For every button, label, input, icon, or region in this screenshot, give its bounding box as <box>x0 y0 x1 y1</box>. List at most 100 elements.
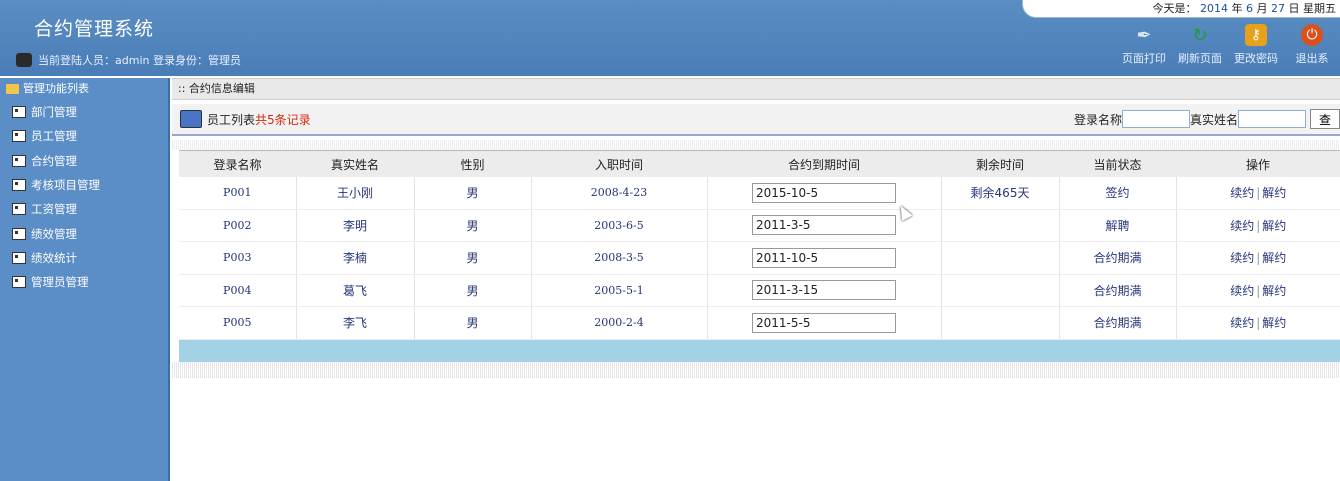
expire-date-input[interactable] <box>752 247 896 268</box>
page-icon <box>12 130 26 143</box>
hire-date-cell: 2008-4-23 <box>531 177 708 210</box>
login-name-input[interactable] <box>1121 110 1190 128</box>
expire-date-cell <box>707 241 942 275</box>
search-button[interactable]: 查 <box>1310 109 1340 129</box>
sidebar-item-assessment[interactable]: 考核项目管理 <box>0 173 168 197</box>
separator <box>172 140 1340 150</box>
hire-date-cell: 2005-5-1 <box>531 274 708 307</box>
app-header: 合约管理系统 当前登陆人员：admin 登录身份：管理员 今天是： 2014 年… <box>0 0 1340 76</box>
main-content: :: 合约信息编辑 员工列表 共5条记录 登录名称 真实姓名 查 登录名称 真实… <box>172 78 1340 481</box>
expire-date-input[interactable] <box>752 280 896 301</box>
change-password-button[interactable]: ⚷ 更改密码 <box>1228 24 1284 66</box>
user-icon <box>16 53 32 67</box>
expire-date-input[interactable] <box>752 312 896 333</box>
page-icon <box>12 276 26 289</box>
sidebar-item-salary[interactable]: 工资管理 <box>0 197 168 221</box>
table-row: P003 李楠 男 2008-3-5 合约期满 续约|解约 <box>179 241 1340 275</box>
status-cell: 合约期满 <box>1059 274 1177 307</box>
sidebar-item-admin[interactable]: 管理员管理 <box>0 270 168 294</box>
op-separator: | <box>1256 186 1261 201</box>
gender-cell: 男 <box>414 241 532 275</box>
renew-link[interactable]: 续约 <box>1230 219 1254 233</box>
change-password-label: 更改密码 <box>1234 52 1278 65</box>
refresh-page-label: 刷新页面 <box>1178 52 1222 65</box>
employee-table: 登录名称 真实姓名 性别 入职时间 合约到期时间 剩余时间 当前状态 操作 P0… <box>179 150 1340 340</box>
hire-date-cell: 2000-2-4 <box>531 306 708 340</box>
exit-label: 退出系 <box>1295 52 1329 65</box>
breadcrumb: :: 合约信息编辑 <box>172 78 1340 100</box>
table-row: P001 王小刚 男 2008-4-23 剩余465天 签约 续约|解约 <box>179 177 1340 210</box>
sidebar-item-employee[interactable]: 员工管理 <box>0 124 168 148</box>
refresh-page-button[interactable]: ↻ 刷新页面 <box>1172 24 1228 66</box>
renew-link[interactable]: 续约 <box>1230 186 1254 200</box>
cancel-link[interactable]: 解约 <box>1262 219 1286 233</box>
print-page-button[interactable]: ✒ 页面打印 <box>1116 24 1172 66</box>
remaining-time-cell <box>941 241 1060 275</box>
op-separator: | <box>1256 251 1261 266</box>
sidebar-heading-label: 管理功能列表 <box>23 82 89 95</box>
sidebar-item-label: 绩效统计 <box>31 250 77 265</box>
real-name-label: 真实姓名 <box>1189 112 1238 127</box>
sidebar-heading[interactable]: 管理功能列表 <box>0 78 168 100</box>
column-header: 登录名称 <box>179 151 296 177</box>
list-bar: 员工列表 共5条记录 登录名称 真实姓名 查 <box>172 104 1340 136</box>
date-year: 2014 <box>1200 2 1228 15</box>
column-header: 入职时间 <box>531 151 707 177</box>
sidebar-item-label: 合约管理 <box>31 153 77 168</box>
renew-link[interactable]: 续约 <box>1230 251 1254 265</box>
sidebar-item-label: 部门管理 <box>31 105 77 120</box>
real-name-cell: 李飞 <box>296 306 415 340</box>
print-page-label: 页面打印 <box>1122 52 1166 65</box>
date-month: 6 <box>1246 2 1253 15</box>
hire-date-cell: 2008-3-5 <box>531 241 708 275</box>
real-name-cell: 李楠 <box>296 241 415 275</box>
sidebar-item-department[interactable]: 部门管理 <box>0 100 168 124</box>
power-icon: ⏻ <box>1301 24 1323 46</box>
date-month-unit: 月 <box>1256 2 1268 15</box>
op-separator: | <box>1256 218 1261 233</box>
column-header: 当前状态 <box>1059 151 1176 177</box>
expire-date-input[interactable] <box>752 182 896 203</box>
sidebar-item-label: 员工管理 <box>31 129 77 144</box>
operations-cell: 续约 | 解约 <box>1176 241 1340 275</box>
login-name-cell: P002 <box>179 209 297 242</box>
remaining-time-cell: 剩余465天 <box>941 177 1060 210</box>
op-separator: | <box>1256 316 1261 331</box>
sidebar-item-performance[interactable]: 绩效管理 <box>0 221 168 245</box>
expire-date-input[interactable] <box>752 215 896 236</box>
operations-cell: 续约 | 解约 <box>1176 306 1340 340</box>
status-cell: 解聘 <box>1059 209 1177 242</box>
real-name-input[interactable] <box>1238 110 1306 128</box>
cancel-link[interactable]: 解约 <box>1262 284 1286 298</box>
table-footer <box>179 339 1340 362</box>
op-separator: | <box>1256 283 1261 298</box>
weekday: 星期五 <box>1303 2 1336 15</box>
cancel-link[interactable]: 解约 <box>1262 251 1286 265</box>
cancel-link[interactable]: 解约 <box>1262 186 1286 200</box>
user-info-text: 当前登陆人员：admin 登录身份：管理员 <box>38 54 241 67</box>
page-icon <box>12 106 26 119</box>
sidebar-item-label: 工资管理 <box>31 202 77 217</box>
renew-link[interactable]: 续约 <box>1230 316 1254 330</box>
real-name-cell: 葛飞 <box>296 274 415 307</box>
hire-date-cell: 2003-6-5 <box>531 209 708 242</box>
operations-cell: 续约 | 解约 <box>1176 274 1340 307</box>
login-name-cell: P005 <box>179 306 297 340</box>
renew-link[interactable]: 续约 <box>1230 284 1254 298</box>
exit-button[interactable]: ⏻ 退出系 <box>1284 24 1340 66</box>
status-cell: 签约 <box>1059 177 1177 210</box>
table-header-row: 登录名称 真实姓名 性别 入职时间 合约到期时间 剩余时间 当前状态 操作 <box>179 151 1340 177</box>
date-display: 今天是： 2014 年 6 月 27 日 星期五 <box>1022 0 1340 18</box>
separator <box>172 361 1340 378</box>
column-header: 合约到期时间 <box>707 151 941 177</box>
table-row: P004 葛飞 男 2005-5-1 合约期满 续约|解约 <box>179 274 1340 307</box>
sidebar-item-label: 管理员管理 <box>31 275 89 290</box>
sidebar-item-contract[interactable]: 合约管理 <box>0 149 168 173</box>
list-icon <box>180 110 202 128</box>
refresh-icon: ↻ <box>1192 24 1208 46</box>
column-header: 真实姓名 <box>296 151 414 177</box>
sidebar-item-performance-stats[interactable]: 绩效统计 <box>0 246 168 270</box>
search-form: 登录名称 真实姓名 查 <box>1074 109 1340 129</box>
cancel-link[interactable]: 解约 <box>1262 316 1286 330</box>
status-cell: 合约期满 <box>1059 306 1177 340</box>
